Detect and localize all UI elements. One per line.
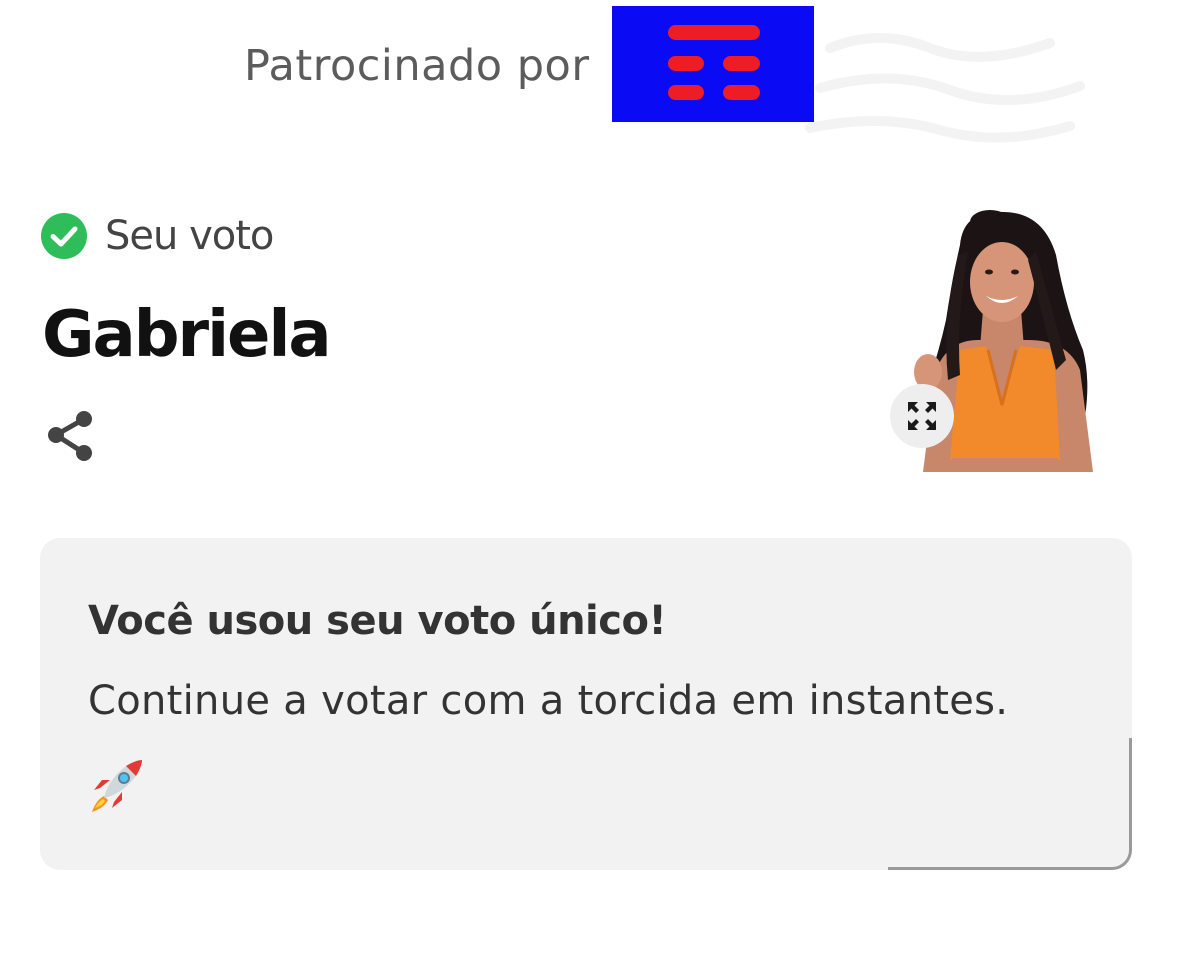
tim-logo-icon [612, 6, 814, 122]
vote-status: Seu voto [40, 210, 274, 262]
card-message: Continue a votar com a torcida em instan… [88, 678, 1009, 724]
card-title: Você usou seu voto único! [88, 598, 667, 644]
card-corner-shadow [888, 738, 1132, 870]
sponsor-ghost-logo [790, 8, 1090, 153]
vote-used-card: Você usou seu voto único! Continue a vot… [40, 538, 1132, 870]
expand-icon [908, 402, 936, 430]
vote-status-label: Seu voto [105, 213, 274, 259]
share-button[interactable] [40, 406, 100, 466]
sponsor-logo[interactable] [612, 6, 814, 122]
candidate-name: Gabriela [42, 298, 332, 372]
expand-photo-button[interactable] [890, 384, 954, 448]
share-icon [48, 411, 92, 461]
rocket-icon [86, 756, 146, 816]
check-circle-icon [41, 213, 87, 259]
sponsor-label: Patrocinado por [244, 41, 590, 91]
